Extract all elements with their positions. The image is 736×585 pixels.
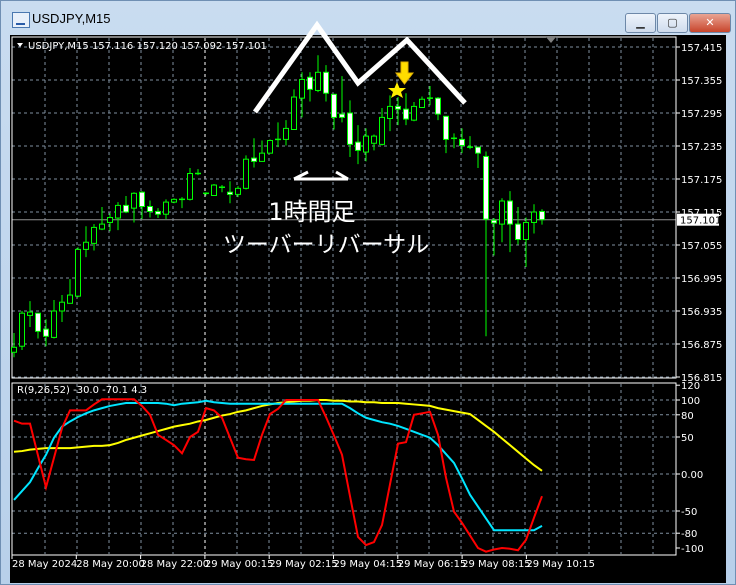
candle-body bbox=[339, 113, 345, 118]
candle bbox=[19, 311, 25, 351]
candle-body bbox=[187, 173, 193, 200]
candle-body bbox=[235, 187, 241, 195]
chart-header: USDJPY,M15 157.116 157.120 157.092 157.1… bbox=[28, 41, 267, 52]
candle-body bbox=[387, 105, 393, 120]
candle bbox=[267, 139, 273, 154]
indicator-axis-label: 100 bbox=[681, 396, 700, 407]
candle bbox=[211, 183, 217, 197]
candle-body bbox=[227, 191, 233, 195]
candle-body bbox=[435, 97, 441, 115]
indicator-header: R(9,26,52) -30.0 -70.1 4.3 bbox=[17, 385, 147, 396]
candle bbox=[75, 247, 81, 298]
time-axis-label: 28 May 2024 bbox=[12, 559, 77, 570]
candle-body bbox=[531, 211, 537, 223]
candle-body bbox=[395, 105, 401, 110]
candle-body bbox=[115, 204, 121, 219]
price-axis-label: 157.055 bbox=[681, 241, 722, 252]
indicator-axis-label: -80 bbox=[681, 529, 697, 540]
candle-body bbox=[67, 294, 73, 304]
time-axis-label: 28 May 20:00 bbox=[76, 559, 145, 570]
candle-body bbox=[291, 96, 297, 131]
candle-body bbox=[171, 198, 177, 203]
candle-body bbox=[123, 204, 129, 213]
time-axis-label: 29 May 00:15 bbox=[205, 559, 274, 570]
candle-body bbox=[371, 135, 377, 144]
candle-body bbox=[107, 217, 113, 223]
candle-body bbox=[539, 210, 545, 221]
indicator-axis-label: -50 bbox=[681, 507, 697, 518]
indicator-axis-label: -100 bbox=[681, 544, 704, 555]
candle-body bbox=[403, 108, 409, 120]
indicator-axis-label: 80 bbox=[681, 411, 694, 422]
candle-body bbox=[523, 221, 529, 240]
price-axis-label: 157.175 bbox=[681, 175, 722, 186]
candle-body bbox=[419, 98, 425, 108]
candle-body bbox=[443, 115, 449, 140]
indicator-axis-label: 0.00 bbox=[681, 470, 703, 481]
price-axis-label: 156.935 bbox=[681, 307, 722, 318]
candle-body bbox=[283, 127, 289, 140]
current-price-label: 157.101 bbox=[680, 216, 721, 227]
price-axis-label: 157.415 bbox=[681, 43, 722, 54]
candle-body bbox=[515, 223, 521, 241]
candle-body bbox=[259, 152, 265, 162]
candle-body bbox=[131, 192, 137, 209]
candle-body bbox=[99, 223, 105, 230]
price-axis-label: 157.355 bbox=[681, 76, 722, 87]
price-axis-label: 157.295 bbox=[681, 109, 722, 120]
indicator-axis-label: 120 bbox=[681, 381, 700, 392]
time-axis-label: 28 May 22:00 bbox=[141, 559, 210, 570]
candle-body bbox=[483, 155, 489, 220]
price-axis-label: 156.875 bbox=[681, 340, 722, 351]
candle bbox=[243, 155, 249, 190]
annotation-pattern-name: ツーバーリバーサル bbox=[223, 232, 429, 258]
candle-body bbox=[163, 201, 169, 215]
candle-body bbox=[27, 311, 33, 316]
candle bbox=[171, 198, 177, 204]
candle-body bbox=[499, 200, 505, 225]
chart-background bbox=[10, 35, 726, 583]
annotation-timeframe: 1時間足 bbox=[268, 198, 355, 226]
time-axis-label: 29 May 08:15 bbox=[462, 559, 531, 570]
price-chart[interactable]: 157.415 157.355 157.295 157.235 157.175 157.1… bbox=[0, 0, 736, 585]
time-axis-label: 29 May 04:15 bbox=[334, 559, 403, 570]
candle-body bbox=[91, 226, 97, 244]
candle-body bbox=[363, 135, 369, 153]
candle-body bbox=[347, 112, 353, 145]
candle-body bbox=[331, 93, 337, 118]
price-axis-label: 156.995 bbox=[681, 274, 722, 285]
candle-body bbox=[139, 191, 145, 207]
candle-body bbox=[491, 219, 497, 224]
candle-body bbox=[507, 200, 513, 225]
indicator-axis-label: 50 bbox=[681, 433, 694, 444]
candle-body bbox=[299, 78, 305, 99]
candle-body bbox=[19, 312, 25, 347]
candle-body bbox=[75, 248, 81, 297]
candle-body bbox=[459, 138, 465, 146]
candle-body bbox=[147, 206, 153, 212]
candle-body bbox=[83, 241, 89, 250]
candle-body bbox=[243, 158, 249, 189]
time-axis-label: 29 May 10:15 bbox=[526, 559, 595, 570]
candle-body bbox=[51, 310, 57, 338]
candle-body bbox=[59, 301, 65, 312]
candle-body bbox=[307, 76, 313, 90]
candle-body bbox=[267, 140, 273, 154]
candle-body bbox=[211, 184, 217, 197]
time-axis-label: 29 May 06:15 bbox=[398, 559, 467, 570]
candle-body bbox=[379, 116, 385, 145]
candle-body bbox=[355, 141, 361, 151]
candle-body bbox=[251, 157, 257, 162]
time-axis-label: 29 May 02:15 bbox=[269, 559, 338, 570]
price-axis-label: 157.235 bbox=[681, 142, 722, 153]
candle-body bbox=[155, 210, 161, 215]
candle-body bbox=[11, 346, 17, 353]
candle-body bbox=[315, 71, 321, 91]
candle-body bbox=[411, 105, 417, 121]
candle-body bbox=[43, 328, 49, 337]
candle-body bbox=[323, 71, 329, 94]
candle-body bbox=[475, 146, 481, 154]
candle-body bbox=[35, 312, 41, 332]
